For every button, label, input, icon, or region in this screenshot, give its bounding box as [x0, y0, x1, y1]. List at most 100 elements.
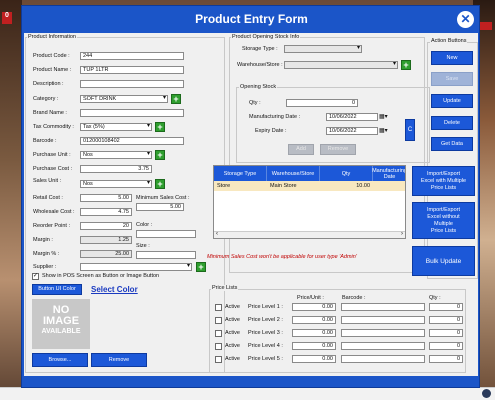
- size-label: Size :: [136, 243, 150, 249]
- grid-header-storage-type[interactable]: Storage Type: [214, 166, 267, 181]
- sales-unit-select[interactable]: Nos: [80, 180, 152, 188]
- price-level-barcode-input[interactable]: [341, 303, 425, 311]
- remove-image-button[interactable]: Remove: [91, 353, 147, 367]
- purchase-unit-select[interactable]: Nos: [80, 151, 152, 159]
- opening-stock-side-button[interactable]: C: [405, 119, 415, 141]
- save-button[interactable]: Save: [431, 72, 473, 86]
- scroll-left-icon[interactable]: ‹: [216, 231, 218, 237]
- remove-stock-button[interactable]: Remove: [320, 144, 356, 155]
- browse-button[interactable]: Browse...: [32, 353, 88, 367]
- grid-header-warehouse[interactable]: Warehouse/Store: [267, 166, 320, 181]
- category-select[interactable]: SOFT DRINK: [80, 95, 168, 103]
- price-level-qty-input[interactable]: 0: [429, 316, 463, 324]
- supplier-select[interactable]: [80, 263, 192, 271]
- background-left-photo: [0, 0, 22, 400]
- calendar-icon[interactable]: ▦▾: [379, 113, 389, 121]
- add-supplier-button[interactable]: +: [196, 262, 206, 272]
- update-button[interactable]: Update: [431, 94, 473, 108]
- import-export-without-multiple-button[interactable]: Import/Export Excel without Multiple Pri…: [412, 202, 475, 239]
- add-warehouse-button[interactable]: +: [401, 60, 411, 70]
- warehouse-store-label: Warehouse/Store :: [237, 62, 283, 68]
- price-level-price-input[interactable]: 0.00: [292, 355, 336, 363]
- price-level-active-checkbox[interactable]: [215, 304, 222, 311]
- size-input[interactable]: [136, 251, 196, 259]
- price-level-price-input[interactable]: 0.00: [292, 303, 336, 311]
- price-lists-title: Price Lists: [211, 285, 239, 291]
- min-sales-cost-warning: Minimum Sales Cost won't be applicable f…: [207, 254, 357, 260]
- price-level-barcode-input[interactable]: [341, 355, 425, 363]
- add-sales-unit-button[interactable]: +: [155, 179, 165, 189]
- description-input[interactable]: [80, 80, 184, 88]
- price-level-price-input[interactable]: 0.00: [292, 329, 336, 337]
- add-purchase-unit-button[interactable]: +: [155, 150, 165, 160]
- grid-header-mfg-date[interactable]: Manufacturing Date: [372, 166, 405, 181]
- price-level-qty-input[interactable]: 0: [429, 303, 463, 311]
- expiry-date-input[interactable]: 10/06/2022: [326, 127, 378, 135]
- price-level-price-input[interactable]: 0.00: [292, 316, 336, 324]
- price-level-active-label: Active: [225, 330, 240, 336]
- grid-horizontal-scrollbar[interactable]: ‹ ›: [214, 231, 405, 238]
- price-level-label: Price Level 2 :: [248, 317, 283, 323]
- import-no-multi-line-2: Excel without: [427, 213, 460, 220]
- table-row[interactable]: Store Main Store 10.00: [214, 181, 405, 191]
- price-level-barcode-input[interactable]: [341, 329, 425, 337]
- close-icon[interactable]: ✕: [457, 11, 474, 28]
- brand-name-input[interactable]: [80, 109, 184, 117]
- add-tax-button[interactable]: +: [155, 122, 165, 132]
- price-level-label: Price Level 5 :: [248, 356, 283, 362]
- opening-stock-info-title: Product Opening Stock Info: [231, 34, 301, 40]
- price-level-label: Price Level 1 :: [248, 304, 283, 310]
- price-level-price-input[interactable]: 0.00: [292, 342, 336, 350]
- add-category-button[interactable]: +: [171, 94, 181, 104]
- min-sales-cost-input[interactable]: 5.00: [136, 203, 184, 211]
- product-code-input[interactable]: 244: [80, 52, 184, 60]
- price-level-label: Price Level 3 :: [248, 330, 283, 336]
- product-name-label: Product Name :: [33, 67, 72, 73]
- price-level-qty-input[interactable]: 0: [429, 329, 463, 337]
- opening-stock-title: Opening Stock: [239, 84, 278, 90]
- select-color-link[interactable]: Select Color: [91, 285, 138, 294]
- price-level-active-checkbox[interactable]: [215, 317, 222, 324]
- delete-button[interactable]: Delete: [431, 116, 473, 130]
- wholesale-cost-input[interactable]: 4.75: [80, 208, 132, 216]
- retail-cost-input[interactable]: 5.00: [80, 194, 132, 202]
- button-ui-color-button[interactable]: Button UI Color: [32, 284, 82, 295]
- color-input[interactable]: [136, 230, 196, 238]
- price-level-active-checkbox[interactable]: [215, 330, 222, 337]
- barcode-input[interactable]: 012000108402: [80, 137, 184, 145]
- storage-type-select[interactable]: [284, 45, 362, 53]
- reorder-point-label: Reorder Point :: [33, 223, 70, 229]
- get-data-button[interactable]: Get Data: [431, 137, 473, 151]
- import-export-multiple-button[interactable]: Import/Export Excel with Multiple Price …: [412, 166, 475, 196]
- price-level-active-checkbox[interactable]: [215, 343, 222, 350]
- add-stock-button[interactable]: Add: [288, 144, 314, 155]
- price-level-qty-input[interactable]: 0: [429, 342, 463, 350]
- product-name-input[interactable]: TUP 1LTR: [80, 66, 184, 74]
- mfg-date-input[interactable]: 10/06/2022: [326, 113, 378, 121]
- bulk-update-button[interactable]: Bulk Update: [412, 246, 475, 276]
- price-level-active-label: Active: [225, 343, 240, 349]
- show-in-pos-checkbox[interactable]: ✓: [32, 273, 39, 280]
- import-no-multi-line-1: Import/Export: [426, 206, 460, 213]
- import-no-multi-line-4: Price Lists: [430, 227, 457, 234]
- price-level-barcode-input[interactable]: [341, 316, 425, 324]
- qty-input[interactable]: 0: [286, 99, 358, 107]
- purchase-cost-input[interactable]: 3.75: [80, 165, 152, 173]
- supplier-label: Supplier :: [33, 264, 57, 270]
- scroll-right-icon[interactable]: ›: [401, 231, 403, 237]
- clock-icon[interactable]: [482, 389, 491, 398]
- new-button[interactable]: New: [431, 51, 473, 65]
- price-level-qty-input[interactable]: 0: [429, 355, 463, 363]
- tax-commodity-select[interactable]: Tax (5%): [80, 123, 152, 131]
- calendar-icon[interactable]: ▦▾: [379, 127, 389, 135]
- grid-header-qty[interactable]: Qty: [320, 166, 373, 181]
- margin-pct-value: 25.00: [80, 250, 132, 258]
- sales-unit-label: Sales Unit :: [33, 178, 62, 184]
- price-level-active-checkbox[interactable]: [215, 356, 222, 363]
- import-multi-line-1: Import/Export: [426, 170, 460, 177]
- reorder-point-input[interactable]: 20: [80, 222, 132, 230]
- warehouse-store-select[interactable]: [284, 61, 398, 69]
- storage-type-label: Storage Type :: [242, 46, 278, 52]
- price-level-barcode-input[interactable]: [341, 342, 425, 350]
- purchase-cost-label: Purchase Cost :: [33, 166, 73, 172]
